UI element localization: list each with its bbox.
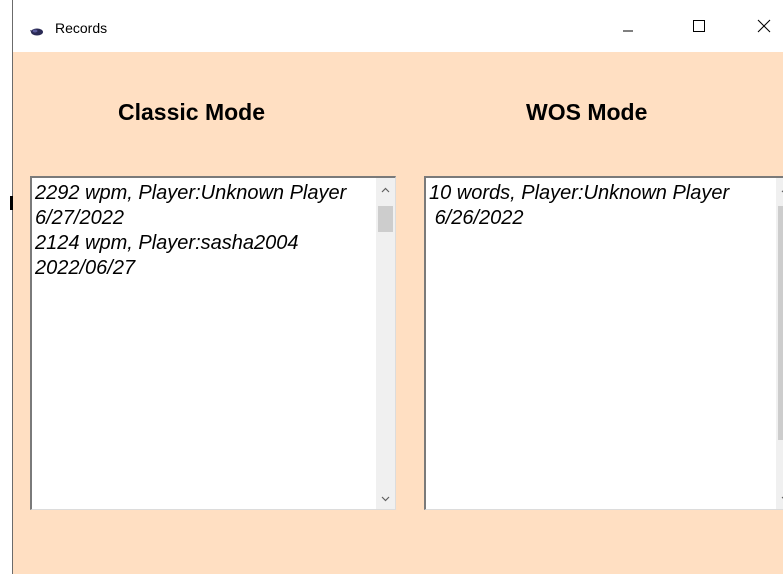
scroll-down-button[interactable] bbox=[776, 487, 783, 509]
classic-records-items: 2292 wpm, Player:Unknown Player 6/27/202… bbox=[35, 181, 373, 281]
chevron-up-icon bbox=[381, 180, 390, 198]
maximize-button[interactable] bbox=[679, 10, 719, 46]
records-panel: Classic Mode WOS Mode 2292 wpm, Player:U… bbox=[13, 52, 783, 574]
wos-records-items: 10 words, Player:Unknown Player 6/26/202… bbox=[429, 181, 773, 231]
scroll-up-button[interactable] bbox=[376, 178, 395, 200]
wos-records-list[interactable]: 10 words, Player:Unknown Player 6/26/202… bbox=[424, 176, 783, 510]
wos-mode-heading: WOS Mode bbox=[526, 99, 648, 125]
scroll-thumb[interactable] bbox=[778, 206, 783, 440]
classic-mode-heading: Classic Mode bbox=[118, 99, 265, 125]
scroll-down-button[interactable] bbox=[376, 487, 395, 509]
title-bar[interactable]: Records bbox=[13, 0, 783, 52]
window-title: Records bbox=[55, 20, 108, 36]
app-icon bbox=[30, 24, 44, 36]
close-icon bbox=[757, 19, 771, 38]
classic-list-scrollbar[interactable] bbox=[376, 178, 395, 509]
records-window: Records Classic Mode WOS Mode 2292 wpm, … bbox=[0, 0, 783, 574]
scroll-up-button[interactable] bbox=[776, 178, 783, 200]
list-item[interactable]: 2292 wpm, Player:Unknown Player 6/27/202… bbox=[35, 181, 373, 231]
classic-records-list[interactable]: 2292 wpm, Player:Unknown Player 6/27/202… bbox=[30, 176, 396, 510]
list-item[interactable]: 2124 wpm, Player:sasha2004 2022/06/27 bbox=[35, 231, 373, 281]
list-item[interactable]: 10 words, Player:Unknown Player 6/26/202… bbox=[429, 181, 773, 231]
maximize-icon bbox=[693, 19, 705, 37]
minimize-button[interactable] bbox=[608, 10, 648, 46]
wos-list-scrollbar[interactable] bbox=[776, 178, 783, 509]
chevron-down-icon bbox=[381, 489, 390, 507]
close-button[interactable] bbox=[744, 10, 783, 46]
minimize-icon bbox=[622, 19, 634, 37]
scroll-thumb[interactable] bbox=[378, 206, 393, 232]
